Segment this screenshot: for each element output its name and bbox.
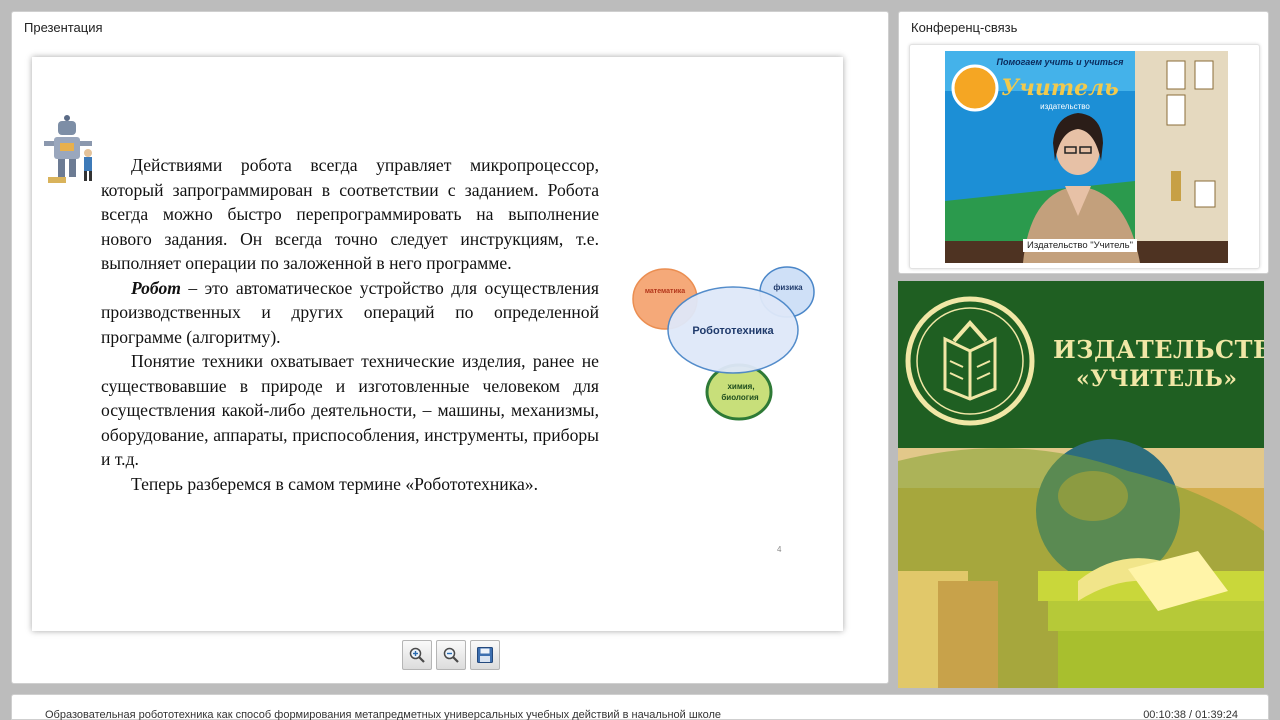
- brand-title-line-2: «УЧИТЕЛЬ»: [1076, 366, 1238, 392]
- definition-term: Робот: [131, 277, 181, 298]
- zoom-in-icon: [409, 647, 425, 663]
- video-frame: Помогаем учить и учиться Учитель издател…: [909, 44, 1260, 269]
- conference-panel: Конференц-связь Помогаем учить и учиться…: [898, 11, 1269, 274]
- video-feed[interactable]: Помогаем учить и учиться Учитель издател…: [945, 51, 1228, 263]
- zoom-in-button[interactable]: [402, 640, 432, 670]
- presentation-panel-title: Презентация: [24, 20, 103, 35]
- banner-logo: [951, 64, 999, 112]
- robotics-venn-diagram: Робототехника математика физика химия, б…: [632, 266, 815, 421]
- participant-name-label: Издательство "Учитель": [1023, 239, 1138, 252]
- banner-tagline: Помогаем учить и учиться: [997, 57, 1125, 67]
- status-bar: Образовательная робототехника как способ…: [11, 694, 1269, 720]
- banner-brand: Учитель: [1001, 75, 1118, 101]
- slide-text: Действиями робота всегда управляет микро…: [101, 153, 599, 496]
- slide-paragraph-1: Действиями робота всегда управляет микро…: [101, 155, 599, 273]
- venn-center-label: Робототехника: [692, 325, 774, 337]
- presentation-panel: Презентация Действиями робота всегда упр…: [11, 11, 889, 684]
- video-scene: Помогаем учить и учиться Учитель издател…: [945, 51, 1228, 263]
- save-icon: [477, 647, 493, 663]
- banner-sub: издательство: [1040, 102, 1090, 111]
- venn-physics-label: физика: [773, 283, 803, 292]
- robot-clipart-icon: [44, 115, 92, 183]
- slide-paragraph-4: Теперь разберемся в самом термине «Робот…: [131, 473, 538, 494]
- brand-title-line-1: ИЗДАТЕЛЬСТВО: [1053, 335, 1264, 364]
- course-title: Образовательная робототехника как способ…: [45, 709, 722, 720]
- venn-chem-label-2: биология: [721, 393, 759, 402]
- slide-toolbar: [402, 640, 500, 672]
- save-button[interactable]: [470, 640, 500, 670]
- zoom-out-button[interactable]: [436, 640, 466, 670]
- slide-paragraph-3: Понятие техники охватывает технические и…: [101, 351, 599, 469]
- zoom-out-icon: [443, 647, 459, 663]
- slide-paragraph-definition: Робот – это автоматическое устройство дл…: [101, 276, 599, 350]
- venn-math-label: математика: [645, 288, 685, 295]
- conference-panel-title: Конференц-связь: [911, 20, 1018, 35]
- slide: Действиями робота всегда управляет микро…: [32, 57, 843, 631]
- venn-chem-label-1: химия,: [727, 382, 754, 391]
- playback-time: 00:10:38 / 01:39:24: [1143, 709, 1238, 720]
- slide-page-number: 4: [777, 545, 782, 554]
- publisher-brand-panel: ИЗДАТЕЛЬСТВО «УЧИТЕЛЬ»: [898, 281, 1264, 688]
